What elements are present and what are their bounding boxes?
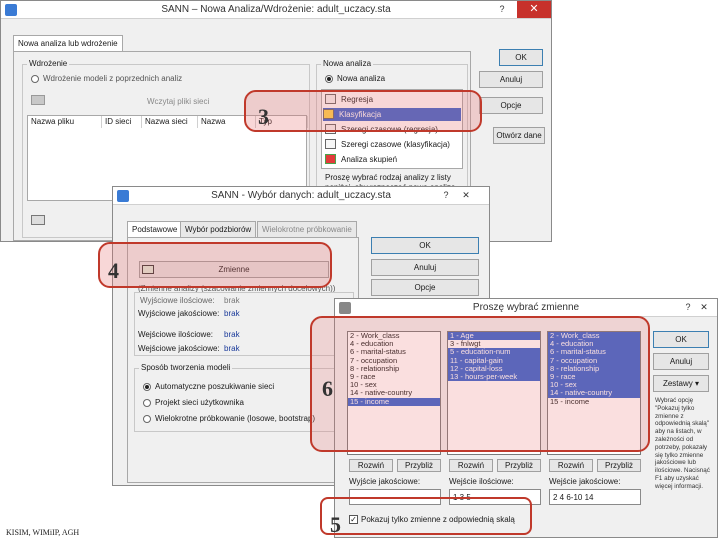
help-icon[interactable]: ? [495,3,509,16]
radio-resampling-label: Wielokrotne próbkowanie (losowe, bootstr… [155,414,316,423]
menu-item-label: Szeregi czasowe (klasyfikacja) [341,140,450,149]
cancel-button[interactable]: Anuluj [371,259,479,276]
help-line: "Pokazuj tylko [655,404,695,412]
tab-wybor-podzbiorow[interactable]: Wybór podzbiorów [180,221,257,237]
callout-box-5 [320,497,532,535]
title-bar[interactable]: Proszę wybrać zmienne ? ✕ [335,299,717,317]
help-line: Wybrać opcję [655,397,694,404]
help-line: potrzeby, pokazały [655,443,708,451]
help-icon[interactable]: ? [681,301,695,314]
close-icon[interactable]: ✕ [517,1,551,18]
radio-nowa-analiza[interactable] [325,75,333,83]
ok-button[interactable]: OK [653,331,709,348]
rozwin-button-2[interactable]: Rozwiń [449,459,493,472]
callout-box-4 [98,242,332,288]
callout-number-3: 3 [258,104,269,129]
help-line: zależności od [655,435,694,443]
col-header: Nazwa pliku [28,116,102,128]
rozwin-button-3[interactable]: Rozwiń [549,459,593,472]
chevron-down-icon: ▾ [695,379,700,388]
title-bar[interactable]: SANN – Nowa Analiza/Wdrożenie: adult_ucz… [1,1,551,19]
radio-user[interactable] [143,399,151,407]
group-wdrozenie-title: Wdrożenie [27,59,70,68]
value-input-quant: brak [224,330,240,339]
help-icon[interactable]: ? [439,189,453,202]
callout-number-4: 4 [108,258,119,283]
przybliz-button-1[interactable]: Przybliż [397,459,441,472]
wczytaj-button[interactable]: Wczytaj pliki sieci [147,97,209,106]
label-input-quant: Wejście ilościowe: [449,477,514,486]
grid-icon[interactable] [31,215,45,225]
callout-box-3 [244,90,482,132]
close-icon[interactable]: ✕ [697,301,711,314]
menu-item-szeregi-klasyfikacja[interactable]: Szeregi czasowe (klasyfikacja) [325,138,450,151]
col-header: ID sieci [102,116,142,128]
help-line: się tylko zmienne [655,451,704,459]
radio-wdrozenie-label: Wdrożenie modeli z poprzednich analiz [43,74,183,83]
value-output-qual: brak [224,309,240,318]
zestawy-label: Zestawy [662,379,693,388]
menu-item-label: Analiza skupień [341,155,398,164]
help-line: zmienne z [655,412,684,420]
cancel-button[interactable]: Anuluj [479,71,543,88]
przybliz-button-2[interactable]: Przybliż [497,459,541,472]
label-input-qual: Wejściowe jakościowe: [138,344,220,353]
cluster-icon [325,154,336,164]
help-line: jakościowe lub [655,459,696,467]
callout-number-6: 6 [322,376,333,401]
rozwin-button-1[interactable]: Rozwiń [349,459,393,472]
value-output-quant: brak [224,296,240,305]
help-line: ilościowe. Nacisnąć [655,467,710,475]
folder-icon[interactable] [31,95,45,105]
label-input-quant: Wejściowe ilościowe: [138,330,213,339]
label-output-qual: Wyjście jakościowe: [349,477,421,486]
label-output-quant: Wyjściowe ilościowe: [140,296,215,305]
help-line: odpowiednią skalą" [655,420,710,428]
radio-user-label: Projekt sieci użytkownika [155,398,244,407]
menu-item-analiza-skupien[interactable]: Analiza skupień [325,153,397,166]
radio-auto-label: Automatyczne poszukiwanie sieci [155,382,275,391]
value-input-qual: brak [224,344,240,353]
ok-button[interactable]: OK [499,49,543,66]
ok-button[interactable]: OK [371,237,479,254]
tab-nowa-analiza[interactable]: Nowa analiza lub wdrożenie [13,35,123,52]
callout-box-6 [310,316,650,452]
label-input-qual: Wejście jakościowe: [549,477,621,486]
radio-resampling[interactable] [143,415,151,423]
zestawy-button[interactable]: Zestawy ▾ [653,375,709,392]
options-button[interactable]: Opcje [371,279,479,296]
open-data-button[interactable]: Otwórz dane [493,127,545,144]
window-title: SANN – Nowa Analiza/Wdrożenie: adult_ucz… [161,4,391,15]
options-button[interactable]: Opcje [479,97,543,114]
przybliz-button-3[interactable]: Przybliż [597,459,641,472]
help-text: Wybrać opcję "Pokazuj tylko zmienne z odpow… [655,397,713,491]
tab-wielokrotne[interactable]: Wielokrotne próbkowanie [257,221,357,237]
timeseries-class-icon [325,139,336,149]
group-nowa-title: Nowa analiza [321,59,374,68]
footer-text: KISIM, WIMiIP, AGH [6,528,80,537]
cancel-button[interactable]: Anuluj [653,353,709,370]
field-input-qual[interactable]: 2 4 6-10 14 [549,489,641,505]
close-icon[interactable]: ✕ [459,189,473,202]
radio-nowa-label: Nowa analiza [337,74,386,83]
title-bar[interactable]: SANN - Wybór danych: adult_uczacy.sta ? … [113,187,489,205]
radio-wdrozenie[interactable] [31,75,39,83]
help-line: aby na listach, w [655,428,702,436]
callout-number-5: 5 [330,512,341,537]
group-sposob-title: Sposób tworzenia modeli [139,363,233,372]
col-header: Nazwa sieci [142,116,198,128]
help-line: więcej informacji. [655,482,703,490]
window-title: Proszę wybrać zmienne [472,302,580,313]
label-output-qual: Wyjściowe jakościowe: [138,309,220,318]
tab-podstawowe[interactable]: Podstawowe [127,221,183,238]
analysis-description: Proszę wybrać rodzaj analizy z listy [325,173,451,182]
radio-auto[interactable] [143,383,151,391]
window-title: SANN - Wybór danych: adult_uczacy.sta [211,190,391,201]
help-line: F1 aby uzyskać [655,474,699,482]
